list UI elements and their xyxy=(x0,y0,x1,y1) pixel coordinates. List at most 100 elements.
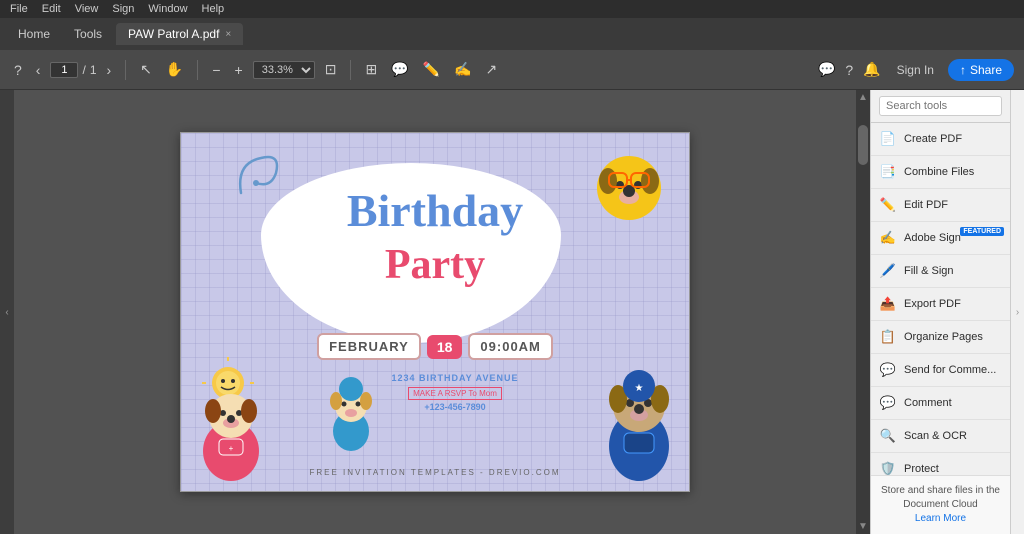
menu-window[interactable]: Window xyxy=(142,2,193,16)
signature-icon[interactable]: ✍ xyxy=(450,59,475,80)
pdf-page: Birthday Party FEBRUARY 18 09:00AM xyxy=(180,132,690,492)
toolbar: ? ‹ / 1 › ↖ ✋ − + 33.3% 50% 75% 100% ⊡ ⊞… xyxy=(0,50,1024,90)
zoom-select[interactable]: 33.3% 50% 75% 100% xyxy=(253,61,315,79)
rsvp-line: MAKE A RSVP To Mom xyxy=(408,387,502,400)
scan-ocr-icon: 🔍 xyxy=(879,427,897,445)
party-text: Party xyxy=(181,241,689,289)
share-icon-btn: ↑ xyxy=(960,63,966,77)
organize-pages-icon: 📋 xyxy=(879,328,897,346)
notification-icon[interactable]: 🔔 xyxy=(863,61,880,78)
menu-help[interactable]: Help xyxy=(196,2,231,16)
tab-close-button[interactable]: × xyxy=(225,29,231,40)
tool-item-adobe-sign[interactable]: ✍️ Adobe SignFEATURED xyxy=(871,222,1010,255)
send-comment-icon: 💬 xyxy=(879,361,897,379)
right-tools-panel: 📄Create PDF📑Combine Files ✏️ Edit PDF ✍️ Ado… xyxy=(870,90,1010,534)
character-chase: ★ xyxy=(594,341,684,481)
sign-in-button[interactable]: Sign In xyxy=(897,63,934,77)
organize-pages-label: Organize Pages xyxy=(904,331,983,343)
fill-sign-label: Fill & Sign xyxy=(904,265,954,277)
character-middle xyxy=(321,371,381,451)
adobe-sign-icon: ✍️ xyxy=(879,229,897,247)
zoom-out-button[interactable]: − xyxy=(208,60,224,80)
share-button[interactable]: ↑ Share xyxy=(948,59,1014,81)
question-icon[interactable]: ? xyxy=(845,62,853,78)
page-total: 1 xyxy=(90,63,97,77)
fill-sign-icon: 🖊️ xyxy=(879,262,897,280)
page-nav: / 1 xyxy=(50,62,96,78)
date-day: 18 xyxy=(427,335,463,359)
tool-item-export-pdf[interactable]: 📤Export PDF xyxy=(871,288,1010,321)
main-area: ‹ Birthday Party xyxy=(0,90,1024,534)
svg-text:★: ★ xyxy=(635,383,644,394)
tool-item-comment[interactable]: 💬 Comment xyxy=(871,387,1010,420)
protect-label: Protect xyxy=(904,463,939,475)
tool-item-combine-files[interactable]: 📑Combine Files xyxy=(871,156,1010,189)
draw-icon[interactable]: ✏️ xyxy=(419,59,444,80)
page-separator: / xyxy=(82,63,85,77)
document-area: Birthday Party FEBRUARY 18 09:00AM xyxy=(14,90,856,534)
date-month: FEBRUARY xyxy=(317,333,421,360)
export-pdf-icon: 📤 xyxy=(879,295,897,313)
panel-footer-text: Store and share files in the Document Cl… xyxy=(881,485,1000,510)
adobe-sign-label: Adobe Sign xyxy=(904,232,961,244)
create-pdf-label: Create PDF xyxy=(904,133,962,145)
comment-icon[interactable]: 💬 xyxy=(387,59,412,80)
send-comment-label: Send for Comme... xyxy=(904,364,996,376)
comment-label: Comment xyxy=(904,397,952,409)
tab-bar: Home Tools PAW Patrol A.pdf × xyxy=(0,18,1024,50)
tab-file-label: PAW Patrol A.pdf xyxy=(128,27,219,41)
scroll-up-arrow[interactable]: ▲ xyxy=(856,90,870,105)
separator-3 xyxy=(350,60,351,80)
tool-item-edit-pdf[interactable]: ✏️ Edit PDF xyxy=(871,189,1010,222)
tab-tools[interactable]: Tools xyxy=(64,23,112,45)
help-icon[interactable]: ? xyxy=(10,60,26,80)
select-tool-icon[interactable]: ↖ xyxy=(136,59,156,80)
tool-item-organize-pages[interactable]: 📋 Organize Pages xyxy=(871,321,1010,354)
featured-badge: FEATURED xyxy=(960,227,1004,236)
combine-files-label: Combine Files xyxy=(904,166,974,178)
left-panel-toggle[interactable]: ‹ xyxy=(0,90,14,534)
character-rubble xyxy=(584,143,674,233)
scrollbar-thumb[interactable] xyxy=(858,125,868,165)
edit-pdf-icon: ✏️ xyxy=(879,196,897,214)
tools-list: 📄Create PDF📑Combine Files ✏️ Edit PDF ✍️ Ado… xyxy=(871,123,1010,475)
fit-page-icon[interactable]: ⊡ xyxy=(321,59,341,80)
prev-page-button[interactable]: ‹ xyxy=(32,60,45,80)
scan-ocr-label: Scan & OCR xyxy=(904,430,967,442)
tool-item-send-comment[interactable]: 💬 Send for Comme... xyxy=(871,354,1010,387)
edit-pdf-label: Edit PDF xyxy=(904,199,948,211)
chat-icon[interactable]: 💬 xyxy=(818,61,835,78)
learn-more-link[interactable]: Learn More xyxy=(915,513,966,524)
share-icon[interactable]: ↗ xyxy=(482,59,502,80)
tool-item-fill-sign[interactable]: 🖊️ Fill & Sign xyxy=(871,255,1010,288)
tool-item-create-pdf[interactable]: 📄Create PDF xyxy=(871,123,1010,156)
share-label: Share xyxy=(970,63,1002,77)
scroll-down-arrow[interactable]: ▼ xyxy=(856,519,870,534)
next-page-button[interactable]: › xyxy=(103,60,116,80)
comment-icon: 💬 xyxy=(879,394,897,412)
svg-text:+: + xyxy=(229,444,234,453)
zoom-in-button[interactable]: + xyxy=(231,60,247,80)
separator-2 xyxy=(197,60,198,80)
character-marshall: + xyxy=(191,361,271,481)
tool-item-protect[interactable]: 🛡️ Protect xyxy=(871,453,1010,475)
panel-footer: Store and share files in the Document Cl… xyxy=(871,475,1010,534)
menu-view[interactable]: View xyxy=(69,2,105,16)
right-panel-toggle[interactable]: › xyxy=(1010,90,1024,534)
search-tools-input[interactable] xyxy=(879,96,1002,116)
scroll-mode-icon[interactable]: ⊞ xyxy=(361,59,381,80)
menu-edit[interactable]: Edit xyxy=(36,2,67,16)
menu-bar: File Edit View Sign Window Help xyxy=(0,0,1024,18)
search-tools-area xyxy=(871,90,1010,123)
document-scrollbar[interactable]: ▲ ▼ xyxy=(856,90,870,534)
separator-1 xyxy=(125,60,126,80)
menu-file[interactable]: File xyxy=(4,2,34,16)
date-time: 09:00AM xyxy=(468,333,552,360)
page-number-input[interactable] xyxy=(50,62,78,78)
tab-file[interactable]: PAW Patrol A.pdf × xyxy=(116,23,243,45)
protect-icon: 🛡️ xyxy=(879,460,897,475)
menu-sign[interactable]: Sign xyxy=(106,2,140,16)
tab-home[interactable]: Home xyxy=(8,23,60,45)
hand-tool-icon[interactable]: ✋ xyxy=(162,59,187,80)
tool-item-scan-ocr[interactable]: 🔍 Scan & OCR xyxy=(871,420,1010,453)
